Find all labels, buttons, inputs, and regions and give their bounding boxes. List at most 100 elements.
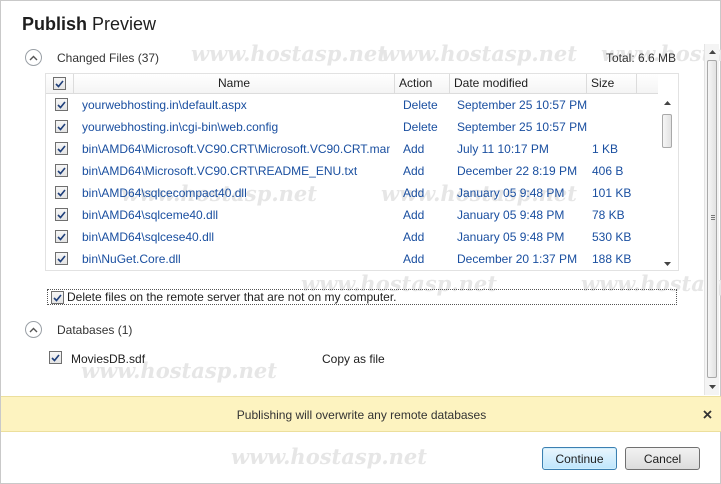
checkmark-icon [57,166,66,175]
checkmark-icon [57,210,66,219]
file-rows: yourwebhosting.in\default.aspx Delete Se… [46,94,658,270]
column-header-action[interactable]: Action [395,74,450,93]
file-name: bin\NuGet.Core.dll [82,252,181,266]
arrow-up-icon[interactable] [660,96,674,110]
file-action: Add [403,252,425,266]
changed-files-label: Changed Files (37) [57,51,160,65]
table-scrollbar[interactable] [660,96,674,270]
warning-message: Publishing will overwrite any remote dat… [236,408,487,422]
table-row[interactable]: bin\AMD64\sqlceme40.dll Add January 05 9… [46,204,658,226]
file-size: 188 KB [592,252,632,266]
file-size: 1 KB [592,142,619,156]
file-size [592,116,638,138]
table-header: Name Action Date modified Size [46,74,658,94]
watermark: www.hostasp.net [381,41,577,66]
file-name: bin\AMD64\sqlcese40.dll [82,230,215,244]
file-date: January 05 9:48 PM [457,186,565,200]
row-checkbox[interactable] [55,98,68,111]
file-date: September 25 10:57 PM [457,98,588,112]
file-action: Add [403,208,425,222]
select-all-checkbox[interactable] [53,77,66,90]
table-row[interactable]: bin\NuGet.Core.dll Add December 20 1:37 … [46,248,658,270]
title-rest: Preview [92,14,157,34]
file-action: Add [403,164,425,178]
file-name: bin\AMD64\sqlcecompact40.dll [82,186,247,200]
table-row[interactable]: yourwebhosting.in\default.aspx Delete Se… [46,94,658,116]
database-publish-mode[interactable]: Copy as file [322,349,385,369]
row-checkbox[interactable] [55,164,68,177]
row-checkbox[interactable] [55,208,68,221]
database-checkbox[interactable] [49,351,62,364]
continue-button[interactable]: Continue [542,447,617,470]
file-name: bin\AMD64\Microsoft.VC90.CRT\Microsoft.V… [82,142,390,156]
arrow-down-icon[interactable] [705,380,719,394]
row-checkbox[interactable] [55,120,68,133]
checkmark-icon [57,122,66,131]
checkmark-icon [57,254,66,263]
table-row[interactable]: bin\AMD64\Microsoft.VC90.CRT\README_ENU.… [46,160,658,182]
table-row[interactable]: bin\AMD64\Microsoft.VC90.CRT\Microsoft.V… [46,138,658,160]
file-date: December 20 1:37 PM [457,252,578,266]
column-header-date[interactable]: Date modified [450,74,587,93]
checkmark-icon [55,79,64,88]
publish-dialog: www.hostasp.net www.hostasp.net www.host… [0,0,721,484]
databases-label: Databases (1) [57,323,133,337]
database-row[interactable]: MoviesDB.sdf Copy as file [45,349,445,369]
file-action: Add [403,230,425,244]
collapse-changed-files-button[interactable] [25,49,42,66]
file-size: 406 B [592,164,624,178]
table-row[interactable]: yourwebhosting.in\cgi-bin\web.config Del… [46,116,658,138]
file-size [592,94,638,116]
delete-remote-files-option[interactable]: Delete files on the remote server that a… [47,289,677,305]
file-date: January 05 9:48 PM [457,208,565,222]
checkmark-icon [51,353,60,362]
checkmark-icon [57,100,66,109]
file-date: January 05 9:48 PM [457,230,565,244]
watermark: www.hostasp.net [231,444,427,469]
select-all-header [46,74,74,93]
checkmark-icon [57,188,66,197]
arrow-down-icon[interactable] [660,257,674,270]
arrow-up-icon[interactable] [705,45,719,59]
title-bold: Publish [22,14,88,34]
column-header-name[interactable]: Name [74,74,395,93]
table-row[interactable]: bin\AMD64\sqlcese40.dll Add January 05 9… [46,226,658,248]
row-checkbox[interactable] [55,252,68,265]
file-size: 530 KB [592,230,632,244]
delete-remote-files-label: Delete files on the remote server that a… [67,290,397,304]
dialog-scrollbar[interactable] [704,44,719,395]
file-name: yourwebhosting.in\cgi-bin\web.config [82,120,279,134]
table-row[interactable]: bin\AMD64\sqlcecompact40.dll Add January… [46,182,658,204]
row-checkbox[interactable] [55,230,68,243]
checkmark-icon [53,293,62,302]
file-name: bin\AMD64\Microsoft.VC90.CRT\README_ENU.… [82,164,358,178]
file-action: Delete [403,120,438,134]
file-action: Add [403,186,425,200]
file-action: Add [403,142,425,156]
file-size: 101 KB [592,186,632,200]
file-name: yourwebhosting.in\default.aspx [82,98,247,112]
dialog-title: Publish Preview [22,14,156,35]
checkmark-icon [57,232,66,241]
total-size: Total: 6.6 MB [605,51,676,65]
row-checkbox[interactable] [55,142,68,155]
watermark: www.hostasp.net [191,41,387,66]
column-header-size[interactable]: Size [587,74,637,93]
file-date: September 25 10:57 PM [457,120,588,134]
changed-files-table: Name Action Date modified Size yourwebho… [45,73,679,271]
row-checkbox[interactable] [55,186,68,199]
database-name: MoviesDB.sdf [71,352,146,366]
chevron-up-icon [29,327,38,332]
close-icon[interactable] [701,408,713,420]
table-scroll-thumb[interactable] [662,114,672,148]
collapse-databases-button[interactable] [25,321,42,338]
cancel-button[interactable]: Cancel [625,447,700,470]
checkmark-icon [57,144,66,153]
dialog-scroll-thumb[interactable] [707,60,717,378]
warning-bar: Publishing will overwrite any remote dat… [1,396,721,432]
file-action: Delete [403,98,438,112]
file-name: bin\AMD64\sqlceme40.dll [82,208,219,222]
file-date: December 22 8:19 PM [457,164,578,178]
file-size: 78 KB [592,208,625,222]
delete-remote-files-checkbox[interactable] [51,291,64,304]
